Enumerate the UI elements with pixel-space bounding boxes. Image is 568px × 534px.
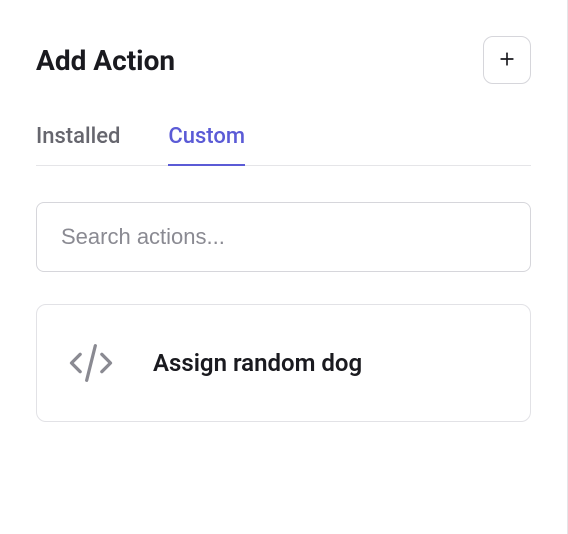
tabs: Installed Custom — [36, 124, 531, 166]
plus-icon — [497, 49, 517, 72]
add-button[interactable] — [483, 36, 531, 84]
panel-header: Add Action — [36, 36, 531, 84]
tab-installed[interactable]: Installed — [36, 124, 120, 165]
code-icon — [65, 337, 117, 389]
tab-custom[interactable]: Custom — [168, 124, 245, 165]
add-action-panel: Add Action Installed Custom Assign rando… — [0, 0, 568, 534]
page-title: Add Action — [36, 44, 175, 77]
action-item[interactable]: Assign random dog — [36, 304, 531, 422]
action-label: Assign random dog — [153, 349, 362, 377]
search-input[interactable] — [36, 202, 531, 272]
